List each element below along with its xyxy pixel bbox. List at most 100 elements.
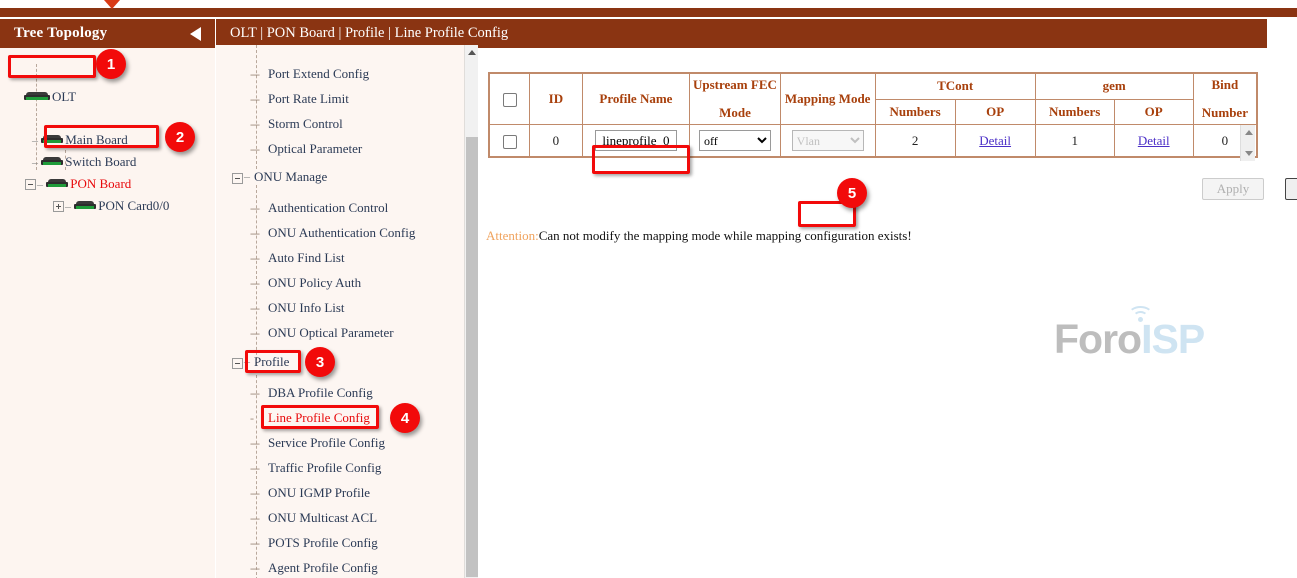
board-icon [41,156,63,168]
nav-item-onu-authentication-config[interactable]: ONU Authentication Config [268,225,415,241]
nav-group-onu-manage[interactable]: ONU Manage [254,169,327,185]
annotation-badge-4: 4 [390,403,420,433]
col-bind-number: Bind Number [1193,74,1256,125]
table-row: 0 off Vlan [490,125,1257,157]
nav-item-port-rate-limit[interactable]: Port Rate Limit [268,91,349,107]
row-checkbox[interactable] [503,135,517,149]
watermark-part-b: ISP [1141,316,1204,362]
watermark: ForoISP [1054,316,1204,363]
annotation-badge-1: 1 [96,49,126,79]
col-tcont-numbers: Numbers [875,99,955,125]
tree-topology-panel: Tree Topology OLT – Main Board – Switch … [0,19,215,578]
tree-node-pon-card[interactable]: – PON Card0/0 [53,197,169,214]
line-profile-table: ID Profile Name Upstream FEC Mode Mappin… [489,73,1257,157]
annotation-badge-2: 2 [165,122,195,152]
line-profile-table-wrapper: ID Profile Name Upstream FEC Mode Mappin… [488,72,1258,158]
nav-item-line-profile-config[interactable]: Line Profile Config [268,410,370,426]
cell-bind-number: 0 [1193,125,1256,157]
tree-node-main-board[interactable]: – Main Board [32,131,128,148]
gem-detail-link[interactable]: Detail [1138,133,1170,148]
nav-item-pots-profile-config[interactable]: POTS Profile Config [268,535,378,551]
table-head: ID Profile Name Upstream FEC Mode Mappin… [490,74,1257,125]
nav-item-port-extend-config[interactable]: Port Extend Config [268,66,369,82]
nav-dash-icon: – [244,169,250,184]
nav-item-onu-igmp-profile[interactable]: ONU IGMP Profile [268,485,370,501]
nav-item-partial[interactable] [250,45,253,49]
tree-expand-toggle-icon[interactable] [53,201,64,212]
col-bind-line2: Number [1196,105,1254,121]
nav-item-optical-parameter[interactable]: Optical Parameter [268,141,362,157]
content-area: ForoISP ID Profile Name Upstream FEC Mod… [479,48,1297,578]
cell-tcont-op: Detail [955,125,1035,157]
nav-scrollbar[interactable] [464,45,478,578]
nav-menu-panel: – – --- Port Extend Config --- Port Rate… [216,45,478,578]
nav-branch-icon: --- [250,536,259,551]
nav-item-onu-policy-auth[interactable]: ONU Policy Auth [268,275,361,291]
cell-id: 0 [530,125,583,157]
tree-dash-icon: – [65,199,71,214]
tree-node-switch-board[interactable]: – Switch Board [32,153,136,170]
nav-branch-icon: --- [250,511,259,526]
col-gem-op: OP [1114,99,1193,125]
board-icon [46,178,68,190]
nav-branch-icon: --- [250,92,259,107]
nav-branch-icon: --- [250,486,259,501]
attention-keyword: Attention: [486,228,539,243]
tree-node-olt[interactable]: OLT [24,88,76,105]
tree-collapse-toggle-icon[interactable] [25,179,36,190]
tree-dash-icon: – [32,155,38,170]
nav-item-onu-info-list[interactable]: ONU Info List [268,300,345,316]
cell-mapping-mode: Vlan [780,125,875,157]
apply-button[interactable]: Apply [1202,178,1264,200]
row-scrollbar[interactable] [1240,125,1255,161]
mapping-mode-select[interactable]: Vlan [792,130,864,151]
table-body: 0 off Vlan [490,125,1257,157]
nav-item-agent-profile-config[interactable]: Agent Profile Config [268,560,378,576]
nav-item-auto-find-list[interactable]: Auto Find List [268,250,345,266]
nav-item-traffic-profile-config[interactable]: Traffic Profile Config [268,460,381,476]
nav-group-toggle-profile[interactable] [232,358,243,369]
tree-node-pon-board[interactable]: – PON Board [25,175,131,192]
nav-branch-icon: - [250,411,253,426]
row-select-cell [490,125,530,157]
tree-node-label: Main Board [65,132,127,147]
nav-branch-icon: --- [250,461,259,476]
nav-item-onu-multicast-acl[interactable]: ONU Multicast ACL [268,510,377,526]
col-upstream-fec-line2: Mode [692,105,778,121]
collapse-left-icon[interactable] [190,27,201,41]
nav-branch-icon: --- [250,561,259,576]
nav-item-storm-control[interactable]: Storm Control [268,116,343,132]
scroll-down-icon[interactable] [1245,151,1253,156]
nav-item-dba-profile-config[interactable]: DBA Profile Config [268,385,373,401]
nav-group-toggle-onu-manage[interactable] [232,173,243,184]
breadcrumb-bar: OLT | PON Board | Profile | Line Profile… [216,19,1267,48]
nav-branch-icon: --- [250,386,259,401]
nav-branch-icon: --- [250,436,259,451]
tree-dash-icon: – [37,177,43,192]
attention-message: Attention:Can not modify the mapping mod… [486,228,912,244]
upstream-fec-mode-select[interactable]: off [699,130,771,151]
nav-item-authentication-control[interactable]: Authentication Control [268,200,388,216]
tcont-detail-link[interactable]: Detail [979,133,1011,148]
nav-item-service-profile-config[interactable]: Service Profile Config [268,435,385,451]
cell-gem-numbers: 1 [1035,125,1114,157]
nav-branch-icon: --- [250,301,259,316]
add-button[interactable]: Add [1285,178,1297,200]
profile-name-input[interactable] [595,130,677,151]
nav-branch-icon: --- [250,142,259,157]
tree-node-label: PON Board [70,176,131,191]
tree-topology-title: Tree Topology [14,25,107,42]
attention-text: Can not modify the mapping mode while ma… [539,228,912,243]
nav-branch-icon: --- [250,117,259,132]
select-all-checkbox[interactable] [503,93,517,107]
nav-item-onu-optical-parameter[interactable]: ONU Optical Parameter [268,325,394,341]
tree-node-label: Switch Board [65,154,136,169]
watermark-part-a: Foro [1054,316,1141,362]
scroll-up-icon[interactable] [1245,130,1253,135]
nav-dash-icon: – [244,354,250,369]
cell-profile-name [582,125,689,157]
nav-group-profile[interactable]: Profile [254,354,289,370]
cell-tcont-numbers: 2 [875,125,955,157]
nav-scrollbar-thumb[interactable] [466,137,478,577]
scroll-up-icon[interactable] [468,50,476,55]
